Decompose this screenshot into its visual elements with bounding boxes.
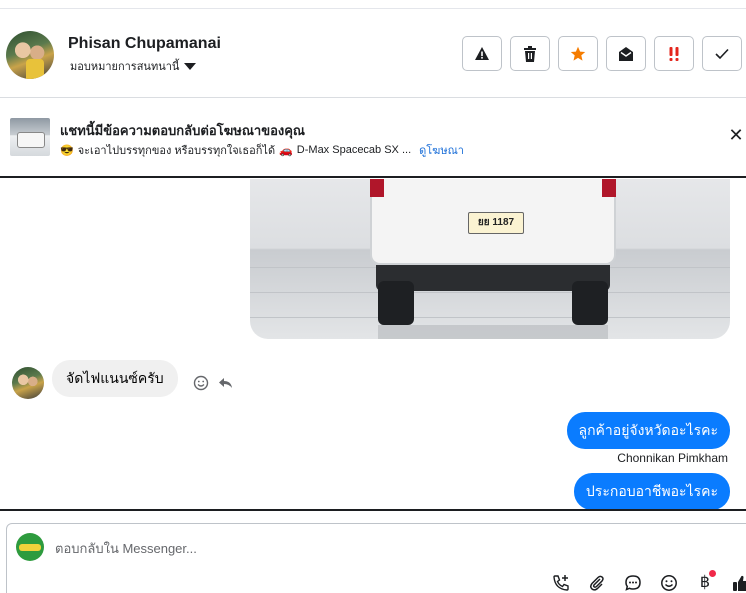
- car-emoji: 🚗: [279, 144, 293, 157]
- call-add-icon[interactable]: [550, 572, 572, 593]
- license-plate: ยย 1187: [468, 212, 524, 234]
- chevron-down-icon: [184, 62, 197, 70]
- reply-composer: ตอบกลับใน Messenger... ฿: [6, 523, 746, 593]
- customer-avatar[interactable]: [6, 31, 54, 79]
- customer-name[interactable]: Phisan Chupamanai: [68, 35, 221, 53]
- mail-open-icon: [619, 46, 633, 61]
- composer-toolbar: ฿: [550, 570, 746, 593]
- check-icon: [715, 48, 729, 59]
- banner-title: แชทนี้มีข้อความตอบกลับต่อโฆษณาของคุณ: [60, 123, 305, 138]
- mark-unread-button[interactable]: [606, 36, 646, 71]
- star-button[interactable]: [558, 36, 598, 71]
- attachment-icon[interactable]: [586, 572, 608, 593]
- conversation-header: Phisan Chupamanai มอบหมายการสนทนานี้: [0, 8, 746, 98]
- message-thread[interactable]: ยย 1187 จัดไฟแนนซ์ครับ ลูกค้าอยู่จังหวัด…: [0, 179, 746, 511]
- close-icon[interactable]: ✕: [728, 126, 744, 144]
- notification-dot: [709, 570, 716, 577]
- reply-icon[interactable]: [218, 375, 234, 391]
- customer-avatar-small: [12, 367, 44, 399]
- conversation-actions: [462, 36, 742, 71]
- ad-product: D-Max Spacecab SX ...: [296, 144, 412, 156]
- smiley-react-icon[interactable]: [193, 375, 209, 391]
- chat-bubble-icon[interactable]: [622, 572, 644, 593]
- sender-name: Chonnikan Pimkham: [617, 451, 728, 465]
- sunglasses-emoji: 😎: [60, 144, 74, 157]
- assign-conversation-dropdown[interactable]: มอบหมายการสนทนานี้: [70, 57, 197, 75]
- delete-button[interactable]: [510, 36, 550, 71]
- outgoing-message[interactable]: ประกอบอาชีพอะไรคะ: [573, 473, 730, 509]
- follow-up-button[interactable]: [654, 36, 694, 71]
- view-ad-link[interactable]: ดูโฆษณา: [419, 141, 464, 159]
- assign-label: มอบหมายการสนทนานี้: [70, 61, 180, 73]
- emoji-icon[interactable]: [658, 572, 680, 593]
- incoming-message[interactable]: จัดไฟแนนซ์ครับ: [52, 360, 178, 397]
- shared-car-image[interactable]: ยย 1187: [250, 179, 730, 339]
- banner-ad-summary: 😎 จะเอาไปบรรทุกของ หรือบรรทุกใจเธอก็ได้ …: [60, 141, 464, 159]
- mark-spam-button[interactable]: [462, 36, 502, 71]
- outgoing-message[interactable]: ลูกค้าอยู่จังหวัดอะไรคะ: [566, 412, 730, 449]
- mark-done-button[interactable]: [702, 36, 742, 71]
- page-avatar: [16, 533, 44, 561]
- exclamation-icon: [669, 46, 679, 61]
- star-icon: [570, 46, 586, 61]
- trash-icon: [524, 45, 536, 62]
- reply-input[interactable]: ตอบกลับใน Messenger...: [55, 538, 197, 559]
- thumbs-up-icon[interactable]: [730, 572, 746, 593]
- warning-icon: [475, 46, 489, 60]
- ad-text: จะเอาไปบรรทุกของ หรือบรรทุกใจเธอก็ได้: [77, 145, 276, 157]
- ad-thumbnail[interactable]: [10, 118, 50, 156]
- truck-rear: ยย 1187: [370, 179, 616, 265]
- baht-icon[interactable]: ฿: [694, 570, 716, 593]
- ad-reply-banner: แชทนี้มีข้อความตอบกลับต่อโฆษณาของคุณ 😎 จ…: [0, 98, 746, 178]
